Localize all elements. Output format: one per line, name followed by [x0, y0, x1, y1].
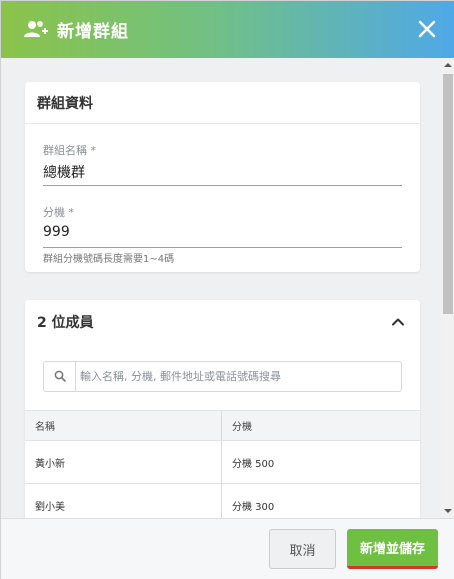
add-and-save-button[interactable]: 新增並儲存 — [347, 529, 438, 569]
scroll-up-icon[interactable] — [444, 61, 452, 69]
member-name: 劉小美 — [25, 484, 222, 518]
group-name-label: 群組名稱 * — [43, 144, 96, 157]
member-search[interactable] — [43, 361, 402, 392]
chevron-up-icon[interactable] — [390, 314, 406, 330]
members-card: 2 位成員 名稱 分機 — [25, 300, 420, 518]
group-info-card: 群組資料 群組名稱 * 總機群 分機 * 999 群組分機號碼長度需要1~4碼 — [25, 82, 420, 272]
extension-label: 分機 * — [43, 206, 74, 219]
members-header[interactable]: 2 位成員 — [25, 300, 420, 344]
scroll-down-icon[interactable] — [444, 507, 452, 515]
dialog-footer: 取消 新增並儲存 — [1, 518, 454, 579]
member-search-input[interactable] — [80, 366, 395, 387]
extension-input[interactable]: 999 — [43, 224, 402, 248]
table-header: 名稱 分機 — [25, 410, 420, 440]
vertical-scrollbar[interactable] — [441, 58, 454, 518]
group-name-field[interactable]: 群組名稱 * 總機群 — [43, 142, 402, 186]
extension-hint: 群組分機號碼長度需要1~4碼 — [43, 254, 175, 265]
members-table: 名稱 分機 黃小新 分機 500 劉小美 分機 300 — [25, 410, 420, 518]
group-info-title: 群組資料 — [25, 82, 420, 124]
close-icon[interactable] — [415, 17, 439, 41]
cancel-button[interactable]: 取消 — [269, 529, 336, 569]
table-row[interactable]: 劉小美 分機 300 — [25, 483, 420, 518]
scrollbar-thumb[interactable] — [443, 74, 453, 314]
add-group-dialog: 新增群組 群組資料 群組名稱 * 總機群 分機 * 999 群組分機號碼長度需要… — [0, 0, 454, 579]
extension-field[interactable]: 分機 * 999 — [43, 204, 402, 248]
column-header-name[interactable]: 名稱 — [25, 411, 222, 440]
dialog-title: 新增群組 — [57, 22, 129, 42]
table-row[interactable]: 黃小新 分機 500 — [25, 440, 420, 483]
group-name-input[interactable]: 總機群 — [43, 162, 402, 186]
column-header-extension[interactable]: 分機 — [222, 411, 420, 440]
search-icon-box — [44, 362, 76, 391]
members-title: 2 位成員 — [37, 315, 94, 331]
add-user-icon — [24, 21, 48, 37]
member-extension: 分機 500 — [232, 458, 275, 470]
dialog-header: 新增群組 — [1, 1, 454, 58]
member-extension: 分機 300 — [232, 501, 275, 513]
dialog-body[interactable]: 群組資料 群組名稱 * 總機群 分機 * 999 群組分機號碼長度需要1~4碼 … — [1, 58, 454, 518]
search-icon — [54, 370, 66, 382]
member-name: 黃小新 — [25, 441, 222, 483]
